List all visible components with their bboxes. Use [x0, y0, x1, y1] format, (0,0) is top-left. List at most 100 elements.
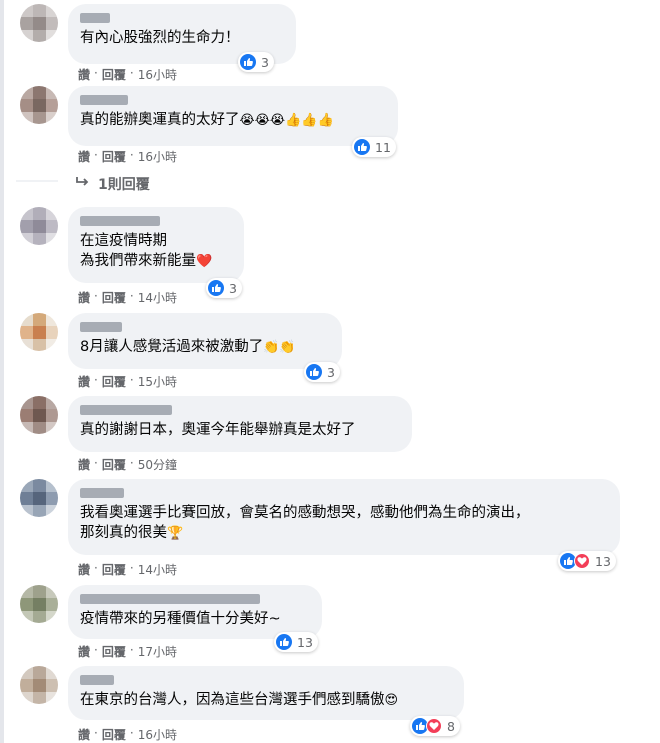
like-reaction-icon — [276, 634, 292, 650]
like-link[interactable]: 讚 — [78, 373, 90, 390]
author-name[interactable] — [80, 675, 114, 685]
comment-emoji: ❤️ — [196, 254, 213, 269]
timestamp[interactable]: 50分鐘 — [138, 456, 177, 473]
reaction-summary[interactable]: 3 — [304, 362, 340, 382]
like-reaction-icon — [306, 364, 322, 380]
comment-text: 在東京的台灣人，因為這些台灣選手們感到驕傲😍 — [80, 692, 399, 708]
comment-text: 在這疫情時期 為我們帶來新能量❤️ — [80, 233, 213, 269]
like-link[interactable]: 讚 — [78, 289, 90, 306]
reaction-summary[interactable]: 8 — [410, 716, 460, 736]
reaction-summary[interactable]: 3 — [238, 52, 274, 72]
reply-link[interactable]: 回覆 — [102, 66, 126, 83]
separator: · — [129, 643, 134, 657]
like-link[interactable]: 讚 — [78, 66, 90, 83]
comment-bubble: 真的能辦奧運真的太好了😭😭😭👍👍👍 — [68, 86, 398, 146]
like-link[interactable]: 讚 — [78, 456, 90, 473]
thread-divider — [16, 180, 58, 182]
comment-bubble: 在這疫情時期 為我們帶來新能量❤️ — [68, 207, 244, 283]
love-reaction-icon — [574, 553, 590, 569]
comment-actions: 讚 · 回覆 · 17小時 — [78, 643, 177, 660]
avatar[interactable] — [20, 4, 58, 42]
like-reaction-icon — [240, 54, 256, 70]
reply-link[interactable]: 回覆 — [102, 373, 126, 390]
author-name[interactable] — [80, 405, 172, 415]
avatar[interactable] — [20, 585, 58, 623]
timestamp[interactable]: 17小時 — [138, 643, 177, 660]
like-link[interactable]: 讚 — [78, 148, 90, 165]
reply-link[interactable]: 回覆 — [102, 726, 126, 743]
like-link[interactable]: 讚 — [78, 561, 90, 578]
comment-bubble: 8月讓人感覺活過來被激動了👏👏 — [68, 313, 342, 369]
separator: · — [129, 561, 134, 575]
avatar[interactable] — [20, 207, 58, 245]
comment-actions: 讚 · 回覆 · 16小時 — [78, 726, 177, 743]
reaction-count: 3 — [261, 54, 269, 70]
view-replies-label: 1則回覆 — [98, 177, 150, 193]
avatar[interactable] — [20, 666, 58, 704]
timestamp[interactable]: 15小時 — [138, 373, 177, 390]
comment-actions: 讚 · 回覆 · 14小時 — [78, 561, 177, 578]
comment-actions: 讚 · 回覆 · 50分鐘 — [78, 456, 177, 473]
reply-link[interactable]: 回覆 — [102, 643, 126, 660]
author-name[interactable] — [80, 95, 128, 105]
author-name[interactable] — [80, 488, 124, 498]
separator: · — [94, 726, 98, 740]
avatar[interactable] — [20, 86, 58, 124]
separator: · — [129, 373, 134, 387]
timestamp[interactable]: 14小時 — [138, 289, 177, 306]
comment-bubble: 我看奧運選手比賽回放，會莫名的感動想哭，感動他們為生命的演出， 那刻真的很美🏆 — [68, 479, 620, 555]
reaction-count: 3 — [327, 364, 335, 380]
separator: · — [129, 148, 134, 162]
timestamp[interactable]: 16小時 — [138, 148, 177, 165]
reaction-count: 13 — [595, 553, 611, 569]
reply-link[interactable]: 回覆 — [102, 289, 126, 306]
author-name[interactable] — [80, 594, 260, 604]
author-name[interactable] — [80, 216, 160, 226]
avatar[interactable] — [20, 479, 58, 517]
separator: · — [129, 726, 134, 740]
separator: · — [94, 561, 98, 575]
separator: · — [129, 289, 134, 303]
author-name[interactable] — [80, 13, 110, 23]
comment-emoji: 😍 — [384, 693, 399, 708]
like-link[interactable]: 讚 — [78, 726, 90, 743]
reaction-count: 13 — [297, 634, 313, 650]
like-link[interactable]: 讚 — [78, 643, 90, 660]
separator: · — [94, 289, 98, 303]
like-reaction-icon — [208, 280, 224, 296]
reaction-summary[interactable]: 13 — [274, 632, 318, 652]
reply-link[interactable]: 回覆 — [102, 148, 126, 165]
comment-actions: 讚 · 回覆 · 16小時 — [78, 148, 177, 165]
like-reaction-icon — [354, 139, 370, 155]
reaction-count: 3 — [229, 280, 237, 296]
comment-bubble: 在東京的台灣人，因為這些台灣選手們感到驕傲😍 — [68, 666, 464, 720]
separator: · — [94, 373, 98, 387]
reaction-summary[interactable]: 13 — [558, 551, 616, 571]
timestamp[interactable]: 14小時 — [138, 561, 177, 578]
comment-actions: 讚 · 回覆 · 14小時 — [78, 289, 177, 306]
comment-text: 我看奧運選手比賽回放，會莫名的感動想哭，感動他們為生命的演出， 那刻真的很美🏆 — [80, 505, 530, 541]
separator: · — [94, 148, 98, 162]
avatar[interactable] — [20, 396, 58, 434]
author-name[interactable] — [80, 322, 122, 332]
reaction-count: 11 — [375, 139, 391, 155]
comment-text: 疫情帶來的另種價值十分美好~ — [80, 611, 281, 627]
comment-text: 8月讓人感覺活過來被激動了👏👏 — [80, 339, 296, 355]
comment-emoji: 👏👏 — [263, 340, 296, 355]
timestamp[interactable]: 16小時 — [138, 726, 177, 743]
view-replies-link[interactable]: 1則回覆 — [76, 174, 150, 194]
timestamp[interactable]: 16小時 — [138, 66, 177, 83]
separator: · — [129, 456, 134, 470]
reaction-summary[interactable]: 3 — [206, 278, 242, 298]
comment-text: 真的能辦奧運真的太好了😭😭😭👍👍👍 — [80, 112, 334, 128]
reaction-count: 8 — [447, 718, 455, 734]
comment-actions: 讚 · 回覆 · 16小時 — [78, 66, 177, 83]
reaction-summary[interactable]: 11 — [352, 137, 396, 157]
reply-link[interactable]: 回覆 — [102, 561, 126, 578]
comment-text: 有內心股強烈的生命力！ — [80, 30, 240, 46]
left-edge-bar — [0, 0, 4, 743]
reply-link[interactable]: 回覆 — [102, 456, 126, 473]
comment-bubble: 真的謝謝日本，奧運今年能舉辦真是太好了 — [68, 396, 412, 452]
love-reaction-icon — [426, 718, 442, 734]
avatar[interactable] — [20, 313, 58, 351]
